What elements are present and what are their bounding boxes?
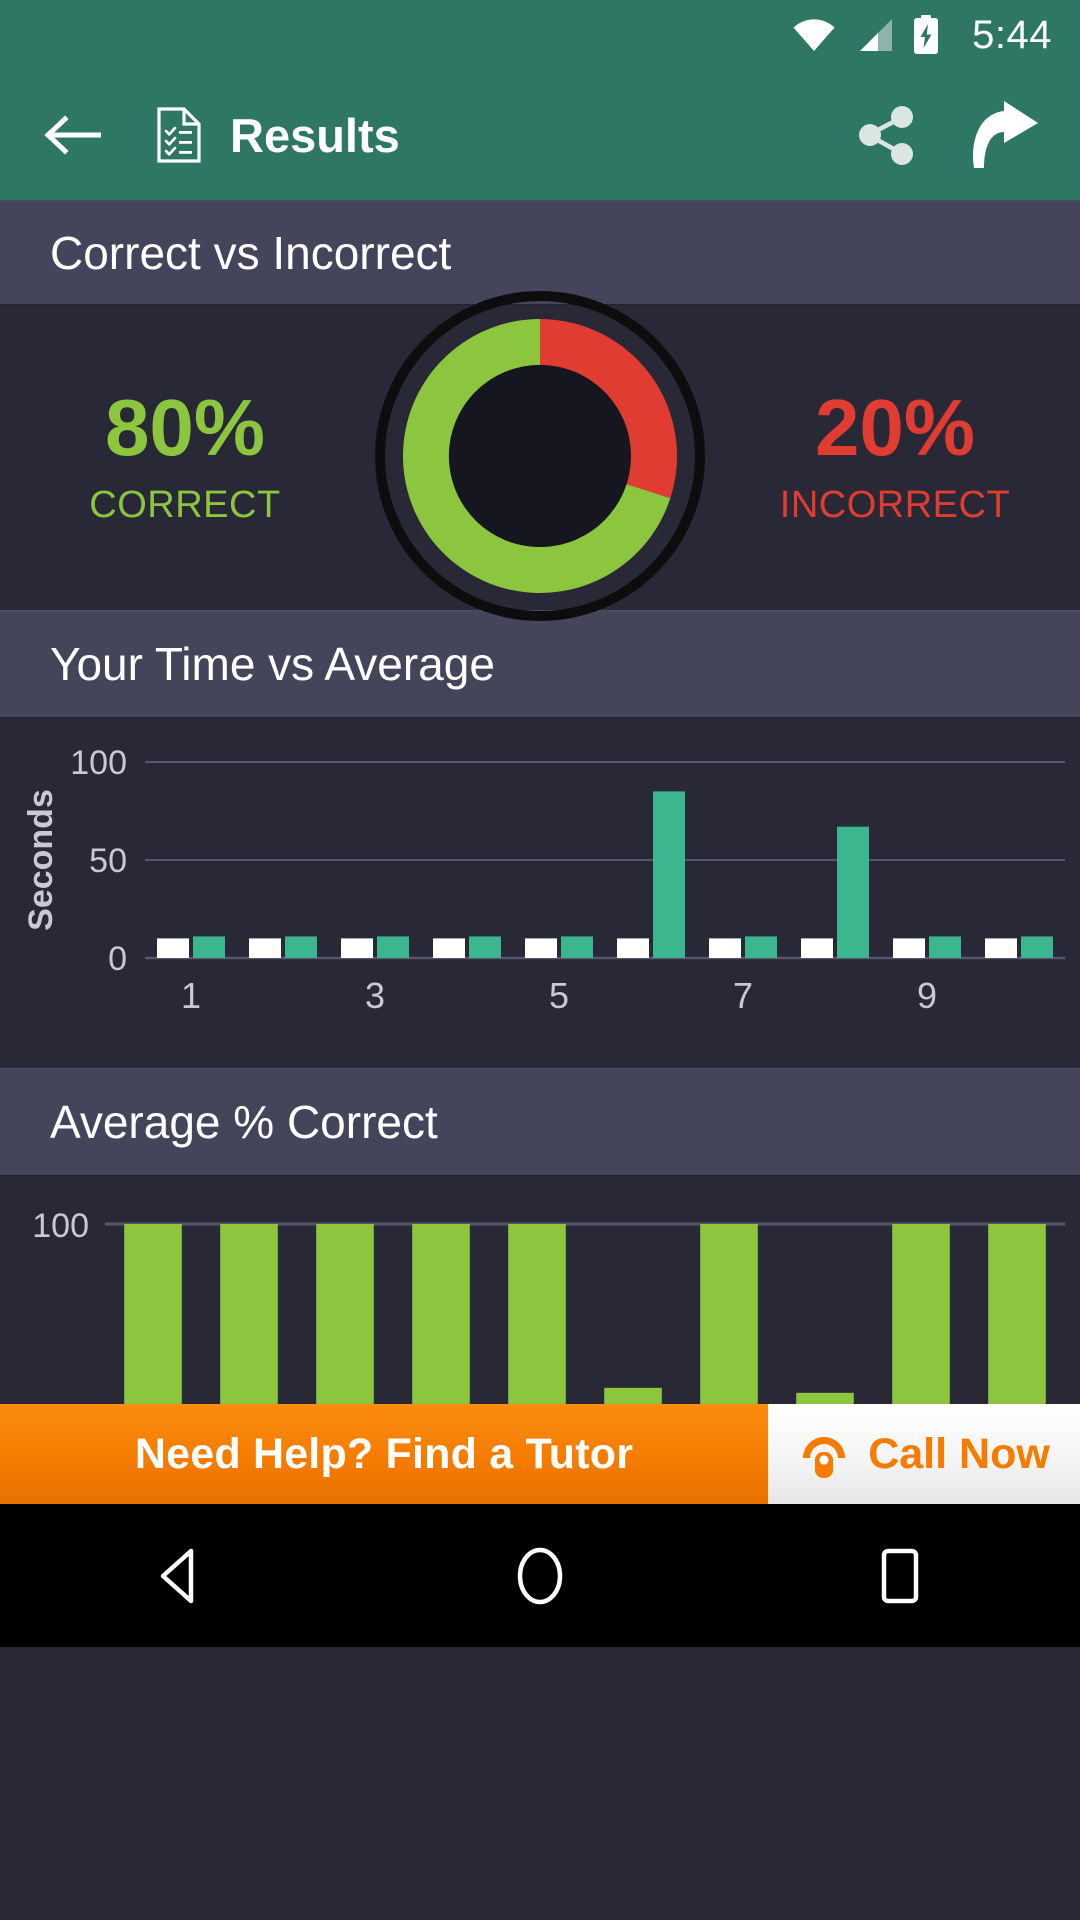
status-bar-clock: 5:44 [972, 12, 1052, 57]
nav-back-button[interactable] [105, 1504, 255, 1647]
status-bar-icons: 5:44 [792, 13, 1052, 58]
bar [561, 936, 593, 958]
bar [653, 791, 685, 958]
nav-back-icon [153, 1547, 207, 1605]
bar [700, 1224, 758, 1404]
incorrect-stat-block: 20% INCORRECT [750, 388, 1040, 527]
share-button[interactable] [854, 102, 920, 168]
app-bar-left-group: Results [40, 103, 854, 167]
cellular-signal-icon [854, 17, 894, 53]
forward-button[interactable] [964, 98, 1046, 172]
share-icon [854, 102, 920, 168]
call-now-button[interactable]: Call Now [768, 1404, 1080, 1504]
bar [377, 936, 409, 958]
y-axis-tick-label: 100 [32, 1207, 89, 1245]
tutor-ad-banner[interactable]: Need Help? Find a Tutor Call Now [0, 1404, 1080, 1504]
bar [193, 936, 225, 958]
nav-recents-icon [878, 1547, 922, 1605]
checklist-document-icon [156, 107, 202, 163]
app-bar-actions [854, 98, 1046, 172]
back-button[interactable] [40, 103, 104, 167]
android-nav-bar [0, 1504, 1080, 1647]
bar [285, 936, 317, 958]
tutor-ad-text-area[interactable]: Need Help? Find a Tutor [0, 1404, 768, 1504]
battery-charging-icon [912, 15, 940, 55]
bar [617, 938, 649, 958]
incorrect-label: INCORRECT [779, 484, 1011, 526]
nav-home-button[interactable] [465, 1504, 615, 1647]
bar [837, 826, 869, 958]
section-header-your-time-vs-average: Your Time vs Average [0, 610, 1080, 718]
section-header-correct-vs-incorrect: Correct vs Incorrect [0, 200, 1080, 305]
page-title: Results [230, 108, 400, 162]
bar [341, 938, 373, 958]
correct-label: CORRECT [89, 484, 281, 526]
wifi-icon [792, 18, 836, 52]
bar [157, 938, 189, 958]
bar [709, 938, 741, 958]
x-axis-tick-label: 1 [181, 975, 201, 1016]
nav-home-icon [514, 1546, 566, 1606]
app-screen: 5:44 Results Correct vs Incorrect 80% CO… [0, 0, 1080, 1920]
bar [249, 938, 281, 958]
bar [796, 1392, 854, 1404]
bar [469, 936, 501, 958]
bar [988, 1224, 1046, 1404]
y-axis-title: Seconds [22, 789, 60, 931]
bar [412, 1224, 470, 1404]
bar [892, 1224, 950, 1404]
correct-stat-block: 80% CORRECT [40, 388, 330, 527]
bar [433, 938, 465, 958]
incorrect-percent: 20% [814, 383, 976, 472]
bar [745, 936, 777, 958]
correct-vs-incorrect-panel: 80% CORRECT 20% INCORRECT [0, 290, 1080, 621]
app-bar: Results [0, 70, 1080, 200]
bar [1021, 936, 1053, 958]
x-axis-tick-label: 7 [733, 975, 753, 1016]
bar [929, 936, 961, 958]
time-vs-average-chart: 0 50 100 Seconds 1 3 5 7 9 [0, 718, 1080, 1068]
status-bar: 5:44 [0, 0, 1080, 70]
bar [508, 1224, 566, 1404]
bar [124, 1224, 182, 1404]
x-axis-tick-label: 9 [917, 975, 937, 1016]
average-percent-correct-chart: 100 [0, 1176, 1080, 1404]
bar [525, 938, 557, 958]
bar [893, 938, 925, 958]
y-axis-tick-label: 0 [108, 940, 127, 978]
x-axis-tick-label: 5 [549, 975, 569, 1016]
nav-recents-button[interactable] [825, 1504, 975, 1647]
correct-percent: 80% [104, 383, 266, 472]
bar [985, 938, 1017, 958]
forward-arrow-icon [964, 98, 1046, 172]
x-axis-tick-label: 3 [365, 975, 385, 1016]
arrow-left-icon [43, 113, 101, 157]
bar [801, 938, 833, 958]
bar [604, 1387, 662, 1404]
tutor-ad-text: Need Help? Find a Tutor [134, 1429, 634, 1478]
y-axis-tick-label: 100 [70, 744, 127, 782]
phone-icon [798, 1428, 850, 1480]
bar [316, 1224, 374, 1404]
bar [220, 1224, 278, 1404]
section-header-average-percent-correct: Average % Correct [0, 1068, 1080, 1176]
correct-incorrect-donut-chart [375, 290, 705, 621]
call-now-label: Call Now [868, 1429, 1050, 1478]
y-axis-tick-label: 50 [89, 842, 127, 880]
